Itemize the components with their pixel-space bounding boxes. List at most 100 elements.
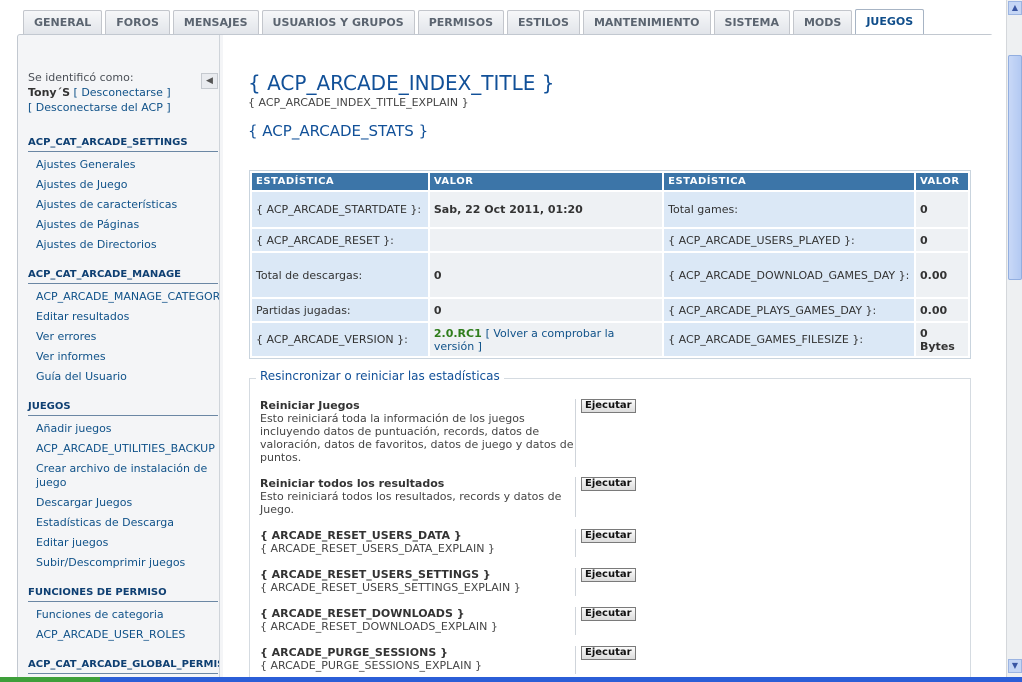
sidebar-item-guia-usuario[interactable]: Guía del Usuario <box>36 367 219 387</box>
reset-row: { ARCADE_RESET_USERS_DATA } { ARCADE_RES… <box>260 529 960 557</box>
sidebar-item-ver-errores[interactable]: Ver errores <box>36 327 219 347</box>
sidebar-item-editar-juegos[interactable]: Editar juegos <box>36 533 219 553</box>
stat-label: { ACP_ARCADE_STARTDATE }: <box>252 192 428 227</box>
sidebar-item-utilities-backup[interactable]: ACP_ARCADE_UTILITIES_BACKUP <box>36 439 219 459</box>
collapse-sidebar-icon[interactable]: ◀ <box>201 73 218 89</box>
sidebar-category-global-permissions: ACP_CAT_ARCADE_GLOBAL_PERMISSIONS <box>28 659 219 674</box>
page-title-explain: { ACP_ARCADE_INDEX_TITLE_EXPLAIN } <box>248 96 469 109</box>
tab-permisos[interactable]: PERMISOS <box>417 10 504 34</box>
stat-label: { ACP_ARCADE_VERSION }: <box>252 323 428 356</box>
sidebar-item-anadir-juegos[interactable]: Añadir juegos <box>36 419 219 439</box>
divider <box>575 568 576 596</box>
stat-value: 0 <box>916 229 968 251</box>
main-tabs: GENERAL FOROS MENSAJES USUARIOS Y GRUPOS… <box>23 9 927 35</box>
sidebar-item-user-roles[interactable]: ACP_ARCADE_USER_ROLES <box>36 625 219 645</box>
sidebar-item-ajustes-paginas[interactable]: Ajustes de Páginas <box>36 215 219 235</box>
sidebar-item-crear-archivo[interactable]: Crear archivo de instalación de juego <box>36 459 219 493</box>
stat-label: Total games: <box>664 192 914 227</box>
table-row: { ACP_ARCADE_RESET }: { ACP_ARCADE_USERS… <box>252 229 968 251</box>
main-content: { ACP_ARCADE_INDEX_TITLE } { ACP_ARCADE_… <box>223 35 993 682</box>
table-row: { ACP_ARCADE_VERSION }: 2.0.RC1 [ Volver… <box>252 323 968 356</box>
stats-header-row: ESTADÍSTICA VALOR ESTADÍSTICA VALOR <box>252 173 968 190</box>
logout-link[interactable]: [ Desconectarse ] <box>74 86 171 99</box>
sidebar-item-ajustes-directorios[interactable]: Ajustes de Directorios <box>36 235 219 255</box>
scroll-down-icon[interactable]: ▼ <box>1008 659 1022 673</box>
sidebar-item-ver-informes[interactable]: Ver informes <box>36 347 219 367</box>
tab-mods[interactable]: MODS <box>792 10 853 34</box>
stat-value: Sab, 22 Oct 2011, 01:20 <box>429 192 663 227</box>
reset-desc: Esto reiniciará todos los resultados, re… <box>260 490 562 516</box>
ejecutar-button[interactable]: Ejecutar <box>581 477 636 491</box>
sidebar-item-descargar-juegos[interactable]: Descargar Juegos <box>36 493 219 513</box>
reset-name: { ARCADE_PURGE_SESSIONS } <box>260 646 448 659</box>
reset-row: { ARCADE_PURGE_SESSIONS } { ARCADE_PURGE… <box>260 646 960 674</box>
acp-panel: ◀ Se identificó como: Tony´S [ Desconect… <box>17 34 993 682</box>
sidebar-nav-juegos: Añadir juegos ACP_ARCADE_UTILITIES_BACKU… <box>28 419 219 573</box>
divider <box>575 646 576 674</box>
sidebar: ◀ Se identificó como: Tony´S [ Desconect… <box>18 35 220 682</box>
reset-row: { ARCADE_RESET_DOWNLOADS } { ARCADE_RESE… <box>260 607 960 635</box>
ejecutar-button[interactable]: Ejecutar <box>581 646 636 660</box>
ejecutar-button[interactable]: Ejecutar <box>581 607 636 621</box>
tab-mensajes[interactable]: MENSAJES <box>172 10 259 34</box>
ejecutar-button[interactable]: Ejecutar <box>581 568 636 582</box>
tab-sistema[interactable]: SISTEMA <box>713 10 790 34</box>
sidebar-category-settings: ACP_CAT_ARCADE_SETTINGS <box>28 137 218 152</box>
user-identification: Se identificó como: Tony´S [ Desconectar… <box>28 70 219 115</box>
divider <box>575 477 576 517</box>
ejecutar-button[interactable]: Ejecutar <box>581 399 636 413</box>
sidebar-item-editar-resultados[interactable]: Editar resultados <box>36 307 219 327</box>
ejecutar-button[interactable]: Ejecutar <box>581 529 636 543</box>
identified-as-label: Se identificó como: <box>28 71 134 84</box>
stat-value: 0 <box>429 253 663 297</box>
divider <box>575 529 576 557</box>
sidebar-item-manage-categories[interactable]: ACP_ARCADE_MANAGE_CATEGORIES <box>36 287 219 307</box>
tab-juegos[interactable]: JUEGOS <box>855 9 925 35</box>
sidebar-item-subir-descomprimir[interactable]: Subir/Descomprimir juegos <box>36 553 219 573</box>
scroll-up-icon[interactable]: ▲ <box>1008 1 1022 15</box>
version-value: 2.0.RC1 <box>433 326 482 340</box>
sidebar-item-ajustes-caracteristicas[interactable]: Ajustes de características <box>36 195 219 215</box>
reset-desc: { ARCADE_RESET_DOWNLOADS_EXPLAIN } <box>260 620 498 633</box>
reset-desc: Esto reiniciará toda la información de l… <box>260 412 574 464</box>
sidebar-nav-manage: ACP_ARCADE_MANAGE_CATEGORIES Editar resu… <box>28 287 219 387</box>
sidebar-item-funciones-categoria[interactable]: Funciones de categoria <box>36 605 219 625</box>
reset-name: { ARCADE_RESET_USERS_SETTINGS } <box>260 568 491 581</box>
reset-name: { ARCADE_RESET_DOWNLOADS } <box>260 607 465 620</box>
sidebar-category-permisos: FUNCIONES DE PERMISO <box>28 587 218 602</box>
stat-value <box>429 229 663 251</box>
stat-value: 0.00 <box>916 253 968 297</box>
stat-label: Total de descargas: <box>252 253 428 297</box>
sidebar-item-ajustes-generales[interactable]: Ajustes Generales <box>36 155 219 175</box>
page-scrollbar[interactable]: ▲ ▼ <box>1006 0 1022 682</box>
tab-general[interactable]: GENERAL <box>23 10 103 34</box>
taskbar-strip <box>0 677 1022 682</box>
reset-desc: { ARCADE_RESET_USERS_DATA_EXPLAIN } <box>260 542 495 555</box>
tab-estilos[interactable]: ESTILOS <box>507 10 580 34</box>
stats-header-cell: VALOR <box>429 173 663 190</box>
reset-desc: { ARCADE_RESET_USERS_SETTINGS_EXPLAIN } <box>260 581 521 594</box>
reset-row: { ARCADE_RESET_USERS_SETTINGS } { ARCADE… <box>260 568 960 596</box>
stat-label: { ACP_ARCADE_DOWNLOAD_GAMES_DAY }: <box>664 253 914 297</box>
stat-label: { ACP_ARCADE_PLAYS_GAMES_DAY }: <box>664 299 914 321</box>
reset-row: Reiniciar todos los resultados Esto rein… <box>260 477 960 517</box>
divider <box>575 399 576 467</box>
sidebar-item-estadisticas-descarga[interactable]: Estadísticas de Descarga <box>36 513 219 533</box>
reset-desc: { ARCADE_PURGE_SESSIONS_EXPLAIN } <box>260 659 483 672</box>
stats-table: ESTADÍSTICA VALOR ESTADÍSTICA VALOR { AC… <box>249 170 971 359</box>
tab-foros[interactable]: FOROS <box>105 10 170 34</box>
stat-label: { ACP_ARCADE_USERS_PLAYED }: <box>664 229 914 251</box>
sidebar-category-manage: ACP_CAT_ARCADE_MANAGE <box>28 269 218 284</box>
table-row: Partidas jugadas: 0 { ACP_ARCADE_PLAYS_G… <box>252 299 968 321</box>
sidebar-nav-permisos: Funciones de categoria ACP_ARCADE_USER_R… <box>28 605 219 645</box>
tab-usuarios-y-grupos[interactable]: USUARIOS Y GRUPOS <box>261 10 415 34</box>
stat-value: 0 <box>916 192 968 227</box>
table-row: { ACP_ARCADE_STARTDATE }: Sab, 22 Oct 20… <box>252 192 968 227</box>
reset-row: Reiniciar Juegos Esto reiniciará toda la… <box>260 399 960 467</box>
logout-acp-link[interactable]: [ Desconectarse del ACP ] <box>28 100 219 115</box>
sidebar-item-ajustes-juego[interactable]: Ajustes de Juego <box>36 175 219 195</box>
stats-header-cell: ESTADÍSTICA <box>252 173 428 190</box>
stat-label: { ACP_ARCADE_GAMES_FILESIZE }: <box>664 323 914 356</box>
tab-mantenimiento[interactable]: MANTENIMIENTO <box>582 10 711 34</box>
scroll-thumb[interactable] <box>1008 55 1022 280</box>
